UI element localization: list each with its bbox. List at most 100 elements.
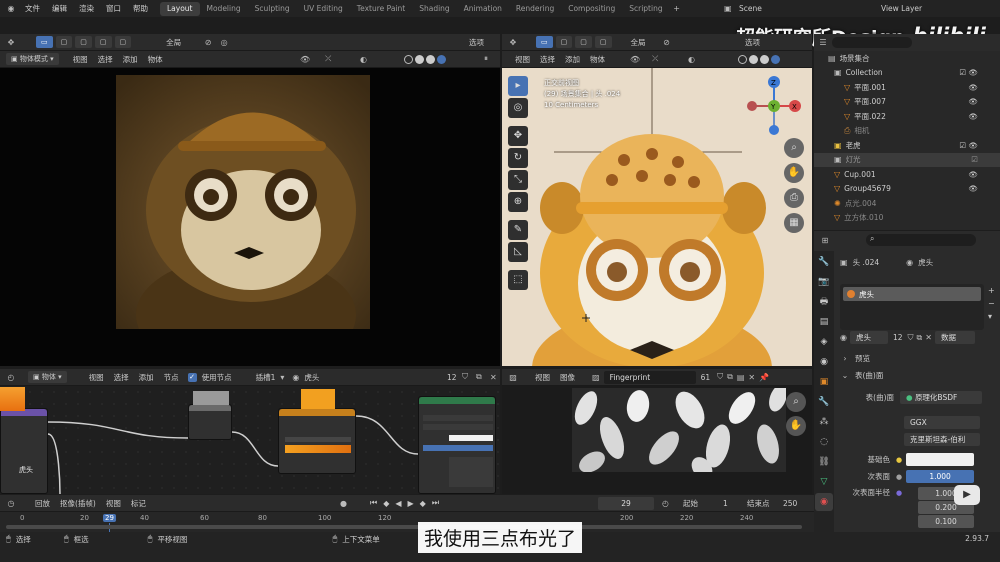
tool-annotate-icon[interactable]: ✎ <box>508 220 528 240</box>
eye-icon[interactable]: ☑ 👁 <box>959 141 978 150</box>
outliner-row[interactable]: ▽ 立方体.010 <box>814 211 1000 226</box>
select-mode-2[interactable]: ▢ <box>75 36 92 48</box>
tab-texture-paint[interactable]: Texture Paint <box>350 2 412 16</box>
tab-sculpting[interactable]: Sculpting <box>248 2 297 16</box>
tool-tab-icon[interactable]: 🔧 <box>815 253 833 271</box>
menu-edit[interactable]: 编辑 <box>46 3 73 14</box>
properties-editor-icon[interactable]: ⊞ <box>814 236 836 245</box>
node-menu-node[interactable]: 节点 <box>159 372 184 383</box>
zoom-icon[interactable]: ⌕ <box>784 138 804 158</box>
node-slot-dropdown[interactable]: 插槽1 <box>251 372 281 383</box>
gizmo-icon[interactable]: ⤫ <box>325 54 331 64</box>
data-tab-icon[interactable]: ▽ <box>815 473 833 491</box>
end-value[interactable]: 250 <box>778 499 802 508</box>
tool-cursor-icon[interactable]: ◎ <box>508 98 528 118</box>
outliner-row[interactable]: ⎙ 相机 <box>814 124 1000 139</box>
eye-icon[interactable]: 👁 <box>968 184 978 193</box>
node-menu-add[interactable]: 添加 <box>134 372 159 383</box>
select-mode-1[interactable]: ▢ <box>55 36 73 48</box>
shading-wire-icon[interactable] <box>404 54 413 64</box>
transform-icon-right[interactable]: ✥ <box>502 38 524 47</box>
tool-select-icon[interactable]: ▸ <box>508 76 528 96</box>
current-frame-marker[interactable]: 29 <box>103 514 116 522</box>
right-transform-global[interactable]: 全局 <box>626 37 651 48</box>
shading-modes-right[interactable] <box>738 54 780 64</box>
menu-help[interactable]: 帮助 <box>127 3 154 14</box>
material-browse-icon[interactable]: ◉ <box>840 333 847 342</box>
node-unlink-icon[interactable]: ✕ <box>490 373 497 382</box>
material-datablock-field[interactable]: 虎头 <box>849 331 888 344</box>
use-nodes-checkbox[interactable]: ✓ <box>187 372 197 382</box>
outliner-row[interactable]: ▣ 灯光 ☑ <box>814 152 1000 167</box>
right-viewport-menu-object[interactable]: 物体 <box>585 54 610 65</box>
eye-icon[interactable]: 👁 <box>968 83 978 92</box>
select-mode-right-2[interactable]: ▢ <box>575 36 592 48</box>
timeline-menu-playback[interactable]: 回放 <box>30 498 55 509</box>
left-viewport-menu-object[interactable]: 物体 <box>143 54 168 65</box>
tool-rotate-icon[interactable]: ↻ <box>508 148 528 168</box>
modifier-tab-icon[interactable]: 🔧 <box>815 393 833 411</box>
image-new-icon[interactable]: ⧉ <box>727 372 733 382</box>
gizmo-icon-right[interactable]: ⤫ <box>652 54 658 64</box>
eye-icon[interactable]: 👁 <box>968 97 978 106</box>
node-editor-type-icon[interactable]: ◴ <box>0 373 22 382</box>
tool-measure-icon[interactable]: ◺ <box>508 242 528 262</box>
jump-end-icon[interactable]: ⏭ <box>432 498 439 508</box>
overlay-icon-right[interactable]: ◐ <box>688 55 695 64</box>
outliner-filter[interactable] <box>832 37 912 48</box>
scene-icon[interactable]: ▣ <box>724 4 732 13</box>
camera-view-icon[interactable]: ⎙ <box>784 188 804 208</box>
image-unlink-icon[interactable]: ✕ <box>748 373 755 382</box>
outliner-scene-collection[interactable]: ▤ 场景集合 <box>814 51 1000 66</box>
image-canvas[interactable]: ⌕ ✋ <box>502 386 812 494</box>
distribution-field[interactable]: GGX <box>904 416 980 429</box>
select-mode-4[interactable]: ▢ <box>114 36 132 48</box>
left-options[interactable]: 选项 <box>464 37 489 48</box>
object-mode-dropdown[interactable]: ▣ 物体模式 ▾ <box>6 53 59 65</box>
material-slot[interactable]: 虎头 <box>843 287 981 301</box>
timeline-menu-view[interactable]: 视图 <box>101 498 126 509</box>
outliner-editor-icon[interactable]: ☰ <box>814 38 832 47</box>
play-icon[interactable]: ▶ <box>408 499 414 508</box>
eye-icon[interactable]: ☑ <box>971 155 978 164</box>
fake-user-icon[interactable]: ⛉ <box>908 333 914 343</box>
next-key-icon[interactable]: ◆ <box>420 499 426 508</box>
select-mode-3[interactable]: ▢ <box>94 36 112 48</box>
world-tab-icon[interactable]: ◉ <box>815 353 833 371</box>
material-tab-icon[interactable]: ◉ <box>815 493 833 511</box>
shading-solid-icon[interactable] <box>415 54 424 64</box>
bilibili-play-icon[interactable]: ▶ <box>954 485 980 505</box>
outliner-row[interactable]: ▽ 平面.001 👁 <box>814 80 1000 95</box>
outliner-row[interactable]: ▽ Group45679 👁 <box>814 182 1000 197</box>
right-viewport-menu-add[interactable]: 添加 <box>560 54 585 65</box>
outliner-row[interactable]: ▣ 老虎 ☑ 👁 <box>814 138 1000 153</box>
distribution-dropdown[interactable]: GGX <box>904 416 980 429</box>
tool-add-cube-icon[interactable]: ⬚ <box>508 270 528 290</box>
image-menu-image[interactable]: 图像 <box>555 372 580 383</box>
duplicate-icon[interactable]: ⧉ <box>917 333 923 343</box>
preview-section-header[interactable]: › 预览 <box>840 353 875 364</box>
node-duplicate-icon[interactable]: ⧉ <box>476 372 482 382</box>
timeline-menu-keying[interactable]: 抠像(插帧) <box>55 498 101 509</box>
shading-solid-icon-right[interactable] <box>749 54 758 64</box>
image-open-icon[interactable]: ▤ <box>737 373 745 382</box>
menu-render[interactable]: 渲染 <box>73 3 100 14</box>
visibility-checkbox-icon[interactable]: ☑ 👁 <box>959 68 978 77</box>
tab-scripting[interactable]: Scripting <box>622 2 669 16</box>
link-data-dropdown[interactable]: 数据 <box>934 331 975 344</box>
blender-logo-icon[interactable]: ◉ <box>3 4 19 13</box>
play-reverse-icon[interactable]: ◀ <box>395 499 401 508</box>
outliner-row[interactable]: ✺ 点光.004 <box>814 196 1000 211</box>
overlay-icon[interactable]: ◐ <box>360 55 367 64</box>
select-box-button[interactable]: ▭ <box>36 36 53 48</box>
ortho-grid-icon[interactable]: ▦ <box>784 213 804 233</box>
right-viewport-menu-view[interactable]: 视图 <box>510 54 535 65</box>
gizmo-neg-x-icon[interactable] <box>747 101 757 111</box>
slot-remove-icon[interactable]: − <box>988 297 995 310</box>
image-menu-view[interactable]: 视图 <box>530 372 555 383</box>
principled-bsdf-node[interactable] <box>418 396 496 494</box>
render-tab-icon[interactable]: 📷 <box>815 273 833 291</box>
pause-icon[interactable]: ⏸ <box>484 54 488 64</box>
image-editor-type-icon[interactable]: ▨ <box>502 373 524 382</box>
select-mode-right-3[interactable]: ▢ <box>594 36 612 48</box>
